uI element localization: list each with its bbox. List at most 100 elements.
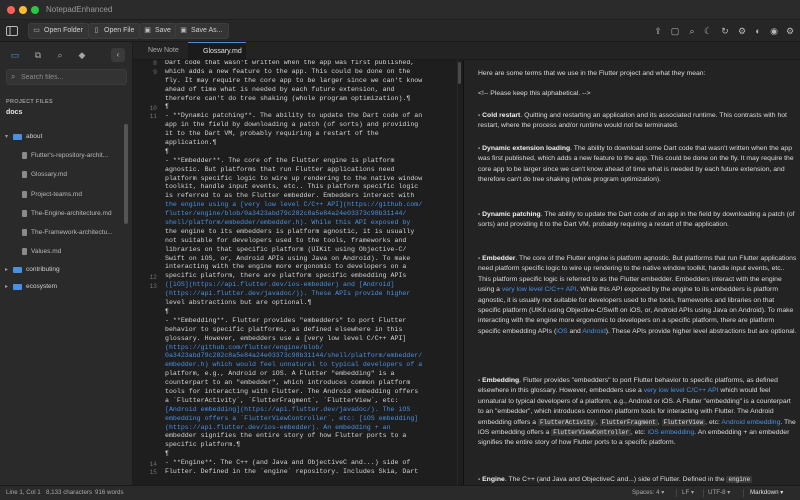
code-line[interactable]: therefore can't do tree shaking (whole p… — [165, 95, 455, 104]
code-line[interactable]: Swift on iOS, or, Android APIs using Jav… — [165, 255, 455, 264]
tab-bar: New Note Glossary.md — [133, 42, 800, 60]
code-line[interactable]: which adds a new feature to the app. Thi… — [165, 68, 455, 77]
tree-folder-ecosystem[interactable]: ▸ ecosystem — [0, 278, 125, 296]
code-editor[interactable]: 8 9 10 11 12 13 14 15 Dart code that wasn't wri… — [133, 60, 463, 485]
tree-file[interactable]: Project-teams.md — [0, 186, 125, 204]
file-search-input[interactable] — [21, 71, 125, 83]
indent-selector[interactable]: Spaces: 4 ▾ — [632, 486, 664, 500]
code-line[interactable]: ¶ — [165, 450, 455, 459]
code-line[interactable]: ahead of time what is needed by each fut… — [165, 86, 455, 95]
export-icon[interactable]: ⇪ — [651, 24, 665, 38]
theme-icon[interactable]: ☾ — [701, 24, 715, 38]
code-line[interactable]: is referred to as the Flutter embedder. … — [165, 192, 455, 201]
preview-link[interactable]: Android embedding — [721, 419, 780, 426]
gear-icon[interactable]: ⚙ — [783, 24, 797, 38]
preview-link[interactable]: very low level C/C++ API — [502, 286, 577, 293]
code-line[interactable]: fly. It may require the core app to be l… — [165, 77, 455, 86]
code-line[interactable]: (https://github.com/flutter/engine/blob/ — [165, 344, 455, 353]
code-line[interactable]: platform specific logic to wire up rende… — [165, 175, 455, 184]
preview-link[interactable]: Android — [582, 328, 605, 335]
code-line[interactable]: - **Dynamic patching**. The ability to u… — [165, 112, 455, 121]
editor-scrollbar[interactable] — [457, 60, 462, 485]
code-line[interactable]: ¶ — [165, 308, 455, 317]
preview-link[interactable]: iOS embedding — [647, 429, 694, 436]
code-line[interactable]: embedder signifies the entire story of h… — [165, 432, 455, 441]
sidebar-toggle-icon[interactable] — [5, 24, 19, 38]
code-line[interactable]: it to the Dart VM, probably requiring a … — [165, 130, 455, 139]
code-line[interactable]: specific platform, there are platform sp… — [165, 272, 455, 281]
code-line[interactable]: - **Embedder**. The core of the Flutter … — [165, 157, 455, 166]
settings-icon[interactable]: ⚙ — [735, 24, 749, 38]
history-icon[interactable]: ↻ — [718, 24, 732, 38]
tree-folder-contributing[interactable]: ▸ contributing — [0, 261, 125, 279]
code-line[interactable]: specific platform.¶ — [165, 441, 455, 450]
code-line[interactable]: flutter/engine/blob/0a3423abd79c282c8a5e… — [165, 210, 455, 219]
preview-dynamic-extension: - Dynamic extension loading. The ability… — [478, 145, 794, 184]
search-icon[interactable]: ⌕ — [685, 24, 699, 38]
code-line[interactable]: ¶ — [165, 148, 455, 157]
tree-folder-about[interactable]: ▾ about — [0, 128, 125, 146]
tree-file[interactable]: The-Engine-architecture.md — [0, 205, 125, 223]
code-line[interactable]: app in the field by downloading a patch … — [165, 121, 455, 130]
code-line[interactable]: (https://api.flutter.dev/ios-embedder). … — [165, 424, 455, 433]
code-line[interactable]: counterpart to an "embedder", which intr… — [165, 379, 455, 388]
code-line[interactable]: embedder.h) which would feel unnatural t… — [165, 361, 455, 370]
save-button[interactable]: ▣ Save — [139, 23, 177, 39]
encoding-selector[interactable]: UTF-8 ▾ — [708, 486, 730, 500]
code-line[interactable]: the engine using a [very low level C/C++… — [165, 201, 455, 210]
code-line[interactable]: level abstractions but are optional.¶ — [165, 299, 455, 308]
plugins-tab-icon[interactable]: ◆ — [75, 48, 89, 62]
preview-cold-restart: - Cold restart. Quitting and restarting … — [478, 112, 787, 130]
files-tab-icon[interactable]: ▭ — [8, 48, 22, 62]
editor-text[interactable]: Dart code that wasn't written when the a… — [165, 60, 455, 477]
preview-icon[interactable]: ◐ — [751, 24, 765, 38]
code-line[interactable]: ([iOS](https://api.flutter.dev/ios-embed… — [165, 281, 455, 290]
window-close-button[interactable] — [7, 6, 15, 14]
code-line[interactable]: interacting with the engine more ergonom… — [165, 263, 455, 272]
save-as-button[interactable]: ▣ Save As... — [175, 23, 229, 39]
code-line[interactable]: behavior to specific platforms, as defin… — [165, 326, 455, 335]
code-line[interactable]: a `FlutterActivity`, `FlutterFragment`, … — [165, 397, 455, 406]
code-line[interactable]: Dart code that wasn't written when the a… — [165, 60, 455, 68]
eye-icon[interactable]: ◉ — [767, 24, 781, 38]
code-line[interactable]: libraries on that specific platform (UIK… — [165, 246, 455, 255]
language-selector[interactable]: Markdown ▾ — [750, 486, 783, 500]
code-line[interactable]: the engine to its embedders is platform … — [165, 228, 455, 237]
code-line[interactable]: embedding offers a `FlutterViewControlle… — [165, 415, 455, 424]
open-folder-button[interactable]: ▭ Open Folder — [28, 23, 89, 39]
code-line[interactable]: platform, e.g., Android or iOS. A Flutte… — [165, 370, 455, 379]
code-line[interactable]: ¶ — [165, 103, 455, 112]
documents-tab-icon[interactable]: ⧉ — [31, 48, 45, 62]
tree-file[interactable]: Values.md — [0, 243, 125, 261]
code-line[interactable]: application.¶ — [165, 139, 455, 148]
line-ending-selector[interactable]: LF ▾ — [682, 486, 694, 500]
tab-glossary[interactable]: Glossary.md — [188, 42, 246, 60]
window-maximize-button[interactable] — [31, 6, 39, 14]
terminal-icon[interactable]: ▢ — [668, 24, 682, 38]
preview-link[interactable]: iOS — [556, 328, 567, 335]
tree-file[interactable]: Glossary.md — [0, 166, 125, 184]
code-line[interactable]: not suitable for developers used to the … — [165, 237, 455, 246]
tree-file[interactable]: The-Framework-architectu... — [0, 224, 125, 242]
preview-link[interactable]: very low level C/C++ API — [644, 387, 719, 394]
tab-new-note[interactable]: New Note — [133, 42, 188, 60]
window-minimize-button[interactable] — [19, 6, 27, 14]
search-tab-icon[interactable]: ⌕ — [53, 48, 67, 62]
code-line[interactable]: agnostic. But platforms that run Flutter… — [165, 166, 455, 175]
code-line[interactable]: glossary. However, embedders use a [very… — [165, 335, 455, 344]
code-line[interactable]: 0a3423abd79c282c8a5e84a24e03373c98b31144… — [165, 352, 455, 361]
collapse-sidebar-button[interactable]: ‹ — [111, 48, 125, 62]
tree-file[interactable]: Flutter's-repository-archit... — [0, 147, 125, 165]
code-line[interactable]: tools for interacting with Flutter. The … — [165, 388, 455, 397]
editor-scrollbar-thumb[interactable] — [458, 62, 461, 84]
file-search[interactable]: ⌕ — [6, 69, 127, 85]
code-line[interactable]: (https://api.flutter.dev/javadoc/)). The… — [165, 290, 455, 299]
code-line[interactable]: - **Embedding**. Flutter provides "embed… — [165, 317, 455, 326]
code-line[interactable]: toolkit, handle input events, etc.. This… — [165, 183, 455, 192]
open-file-button[interactable]: ▯ Open File — [88, 23, 141, 39]
code-line[interactable]: shell/platform/embedder/embedder.h). Whi… — [165, 219, 455, 228]
code-line[interactable]: [Android embedding](https://api.flutter.… — [165, 406, 455, 415]
sidebar-scrollbar[interactable] — [124, 124, 128, 224]
code-line[interactable]: Flutter. Defined in the `engine` reposit… — [165, 468, 455, 477]
code-line[interactable]: - **Engine**. The C++ (and Java and Obje… — [165, 459, 455, 468]
